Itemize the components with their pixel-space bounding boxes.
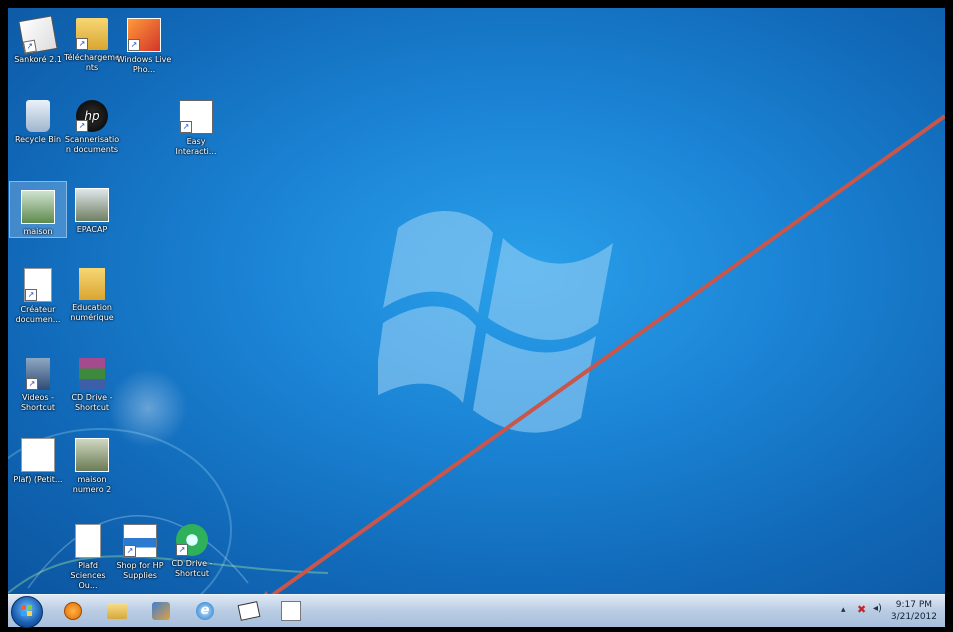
taskbar: e ▴ ✖ ◂) 9:17 PM 3/21/2012: [8, 594, 945, 628]
people-icon: [152, 602, 170, 620]
taskbar-internet-explorer[interactable]: e: [188, 598, 222, 624]
annotation-arrow: [263, 114, 945, 594]
pen-tool-icon: [281, 601, 301, 621]
windows-flag-icon: [21, 605, 32, 616]
clock-date: 3/21/2012: [890, 612, 937, 622]
sankore-icon: [237, 601, 261, 621]
system-tray: ▴ ✖ ◂) 9:17 PM 3/21/2012: [835, 595, 945, 627]
clock-time: 9:17 PM: [895, 600, 933, 610]
clock[interactable]: 9:17 PM 3/21/2012: [891, 599, 937, 623]
taskbar-easy-interactive[interactable]: [274, 598, 308, 624]
volume-icon[interactable]: ◂): [873, 603, 882, 614]
folder-icon: [107, 603, 127, 619]
screenshot-frame: ↗ Sankoré 2.1 ↗ Téléchargements ↗ Window…: [0, 0, 953, 632]
internet-explorer-icon: e: [196, 602, 214, 620]
taskbar-file-explorer[interactable]: [100, 598, 134, 624]
taskbar-people[interactable]: [144, 598, 178, 624]
show-hidden-icons-icon[interactable]: ▴: [841, 605, 846, 615]
start-button[interactable]: [11, 596, 43, 628]
network-error-icon[interactable]: ✖: [857, 603, 866, 616]
media-player-icon: [64, 602, 82, 620]
taskbar-sankore[interactable]: [232, 598, 266, 624]
desktop[interactable]: ↗ Sankoré 2.1 ↗ Téléchargements ↗ Window…: [8, 8, 945, 594]
taskbar-media-player[interactable]: [56, 598, 90, 624]
